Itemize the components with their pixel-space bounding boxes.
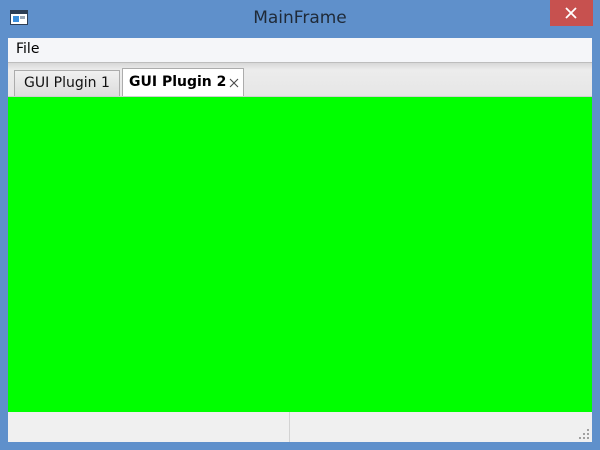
- client-area: File GUI Plugin 1 GUI Plugin 2: [8, 38, 592, 442]
- tab-label: GUI Plugin 2: [129, 74, 227, 90]
- menu-bar: File: [8, 38, 592, 62]
- tab-strip: GUI Plugin 1 GUI Plugin 2: [8, 62, 592, 97]
- size-grip-icon[interactable]: [578, 428, 590, 440]
- status-pane: [291, 412, 592, 442]
- plugin-content-panel: [8, 96, 592, 412]
- close-icon: [565, 7, 577, 19]
- status-pane: [8, 412, 290, 442]
- tab-gui-plugin-2[interactable]: GUI Plugin 2: [122, 68, 244, 97]
- close-button[interactable]: [550, 0, 593, 26]
- tab-label: GUI Plugin 1: [24, 75, 110, 91]
- menu-file[interactable]: File: [16, 41, 39, 57]
- window-title: MainFrame: [253, 8, 347, 28]
- tab-gui-plugin-1[interactable]: GUI Plugin 1: [14, 70, 120, 97]
- close-icon[interactable]: [229, 78, 239, 88]
- title-bar[interactable]: MainFrame: [0, 0, 600, 38]
- status-bar: [8, 412, 592, 442]
- main-window: MainFrame File GUI Plugin 1 GUI Plugin 2: [0, 0, 600, 450]
